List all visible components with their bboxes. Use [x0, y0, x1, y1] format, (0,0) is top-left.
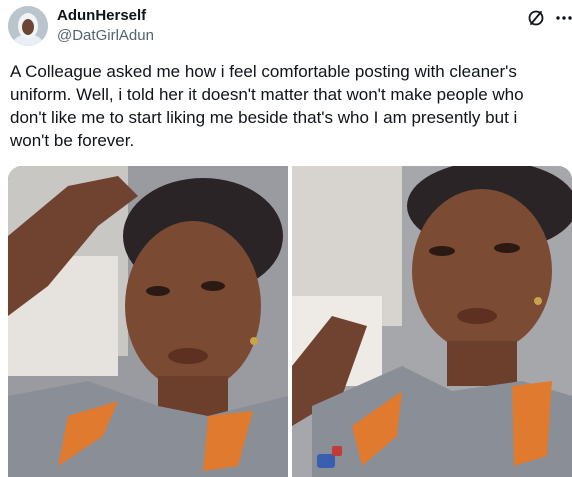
photo-left[interactable]: [8, 166, 288, 477]
photo-right[interactable]: [292, 166, 572, 477]
author-display-name[interactable]: AdunHerself: [57, 7, 146, 25]
author-handle[interactable]: @DatGirlAdun: [57, 27, 154, 45]
grok-icon[interactable]: [526, 8, 546, 28]
more-horizontal-icon[interactable]: [554, 8, 572, 28]
profile-avatar[interactable]: [8, 6, 48, 46]
tweet-text: A Colleague asked me how i feel comforta…: [10, 62, 524, 150]
